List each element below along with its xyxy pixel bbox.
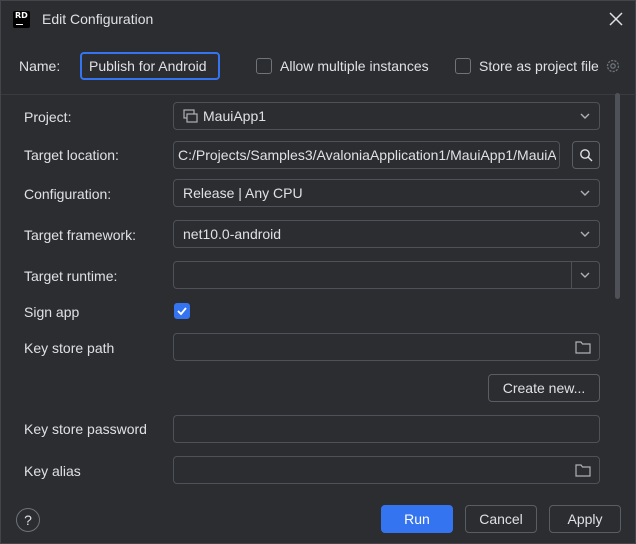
chevron-down-icon bbox=[580, 231, 590, 237]
target-runtime-label: Target runtime: bbox=[24, 268, 118, 284]
help-button[interactable]: ? bbox=[16, 508, 40, 532]
key-store-password-label: Key store password bbox=[24, 421, 147, 437]
name-label: Name: bbox=[19, 58, 61, 74]
folder-icon[interactable] bbox=[575, 463, 591, 477]
combobox-separator bbox=[571, 262, 572, 288]
rider-logo-icon: RD bbox=[13, 11, 30, 28]
configuration-value: Release | Any CPU bbox=[183, 185, 303, 201]
edit-configuration-dialog: RD Edit Configuration Name: Publish for … bbox=[0, 0, 636, 544]
project-icon bbox=[183, 109, 198, 123]
checkmark-icon bbox=[177, 307, 187, 316]
target-framework-dropdown[interactable]: net10.0-android bbox=[173, 220, 600, 248]
key-store-path-label: Key store path bbox=[24, 340, 115, 356]
sign-app-label: Sign app bbox=[24, 304, 80, 320]
close-icon[interactable] bbox=[607, 10, 625, 28]
project-label: Project: bbox=[24, 109, 72, 125]
chevron-down-icon[interactable] bbox=[579, 271, 591, 279]
allow-multiple-instances-checkbox[interactable] bbox=[256, 58, 272, 74]
key-store-password-input[interactable] bbox=[173, 415, 600, 443]
search-icon bbox=[580, 149, 593, 162]
target-framework-value: net10.0-android bbox=[183, 226, 282, 242]
key-store-path-input[interactable] bbox=[173, 333, 600, 361]
chevron-down-icon bbox=[580, 190, 590, 196]
target-location-input[interactable]: C:/Projects/Samples3/AvaloniaApplication… bbox=[173, 141, 560, 169]
logo-text: RD bbox=[15, 11, 28, 20]
project-value: MauiApp1 bbox=[203, 108, 267, 124]
scrollbar[interactable] bbox=[615, 93, 620, 299]
allow-multiple-instances-label: Allow multiple instances bbox=[280, 58, 429, 74]
folder-icon[interactable] bbox=[575, 340, 591, 354]
title-bar: RD Edit Configuration bbox=[1, 1, 636, 39]
configuration-dropdown[interactable]: Release | Any CPU bbox=[173, 179, 600, 207]
key-alias-input[interactable] bbox=[173, 456, 600, 484]
name-input[interactable]: Publish for Android bbox=[80, 52, 220, 80]
sign-app-checkbox[interactable] bbox=[174, 303, 190, 319]
store-as-project-file-checkbox[interactable] bbox=[455, 58, 471, 74]
project-dropdown[interactable]: MauiApp1 bbox=[173, 102, 600, 130]
browse-location-button[interactable] bbox=[572, 141, 600, 169]
target-framework-label: Target framework: bbox=[24, 227, 137, 243]
target-location-value: C:/Projects/Samples3/AvaloniaApplication… bbox=[178, 147, 556, 163]
chevron-down-icon bbox=[580, 113, 590, 119]
store-as-project-file-label: Store as project file bbox=[479, 58, 599, 74]
key-alias-label: Key alias bbox=[24, 463, 81, 479]
dialog-title: Edit Configuration bbox=[42, 11, 154, 27]
gear-icon[interactable] bbox=[605, 58, 621, 74]
create-new-button[interactable]: Create new... bbox=[488, 374, 600, 402]
apply-button[interactable]: Apply bbox=[549, 505, 621, 533]
target-runtime-combobox[interactable] bbox=[173, 261, 600, 289]
target-location-label: Target location: bbox=[24, 147, 119, 163]
configuration-label: Configuration: bbox=[24, 186, 112, 202]
cancel-button[interactable]: Cancel bbox=[465, 505, 537, 533]
run-button[interactable]: Run bbox=[381, 505, 453, 533]
